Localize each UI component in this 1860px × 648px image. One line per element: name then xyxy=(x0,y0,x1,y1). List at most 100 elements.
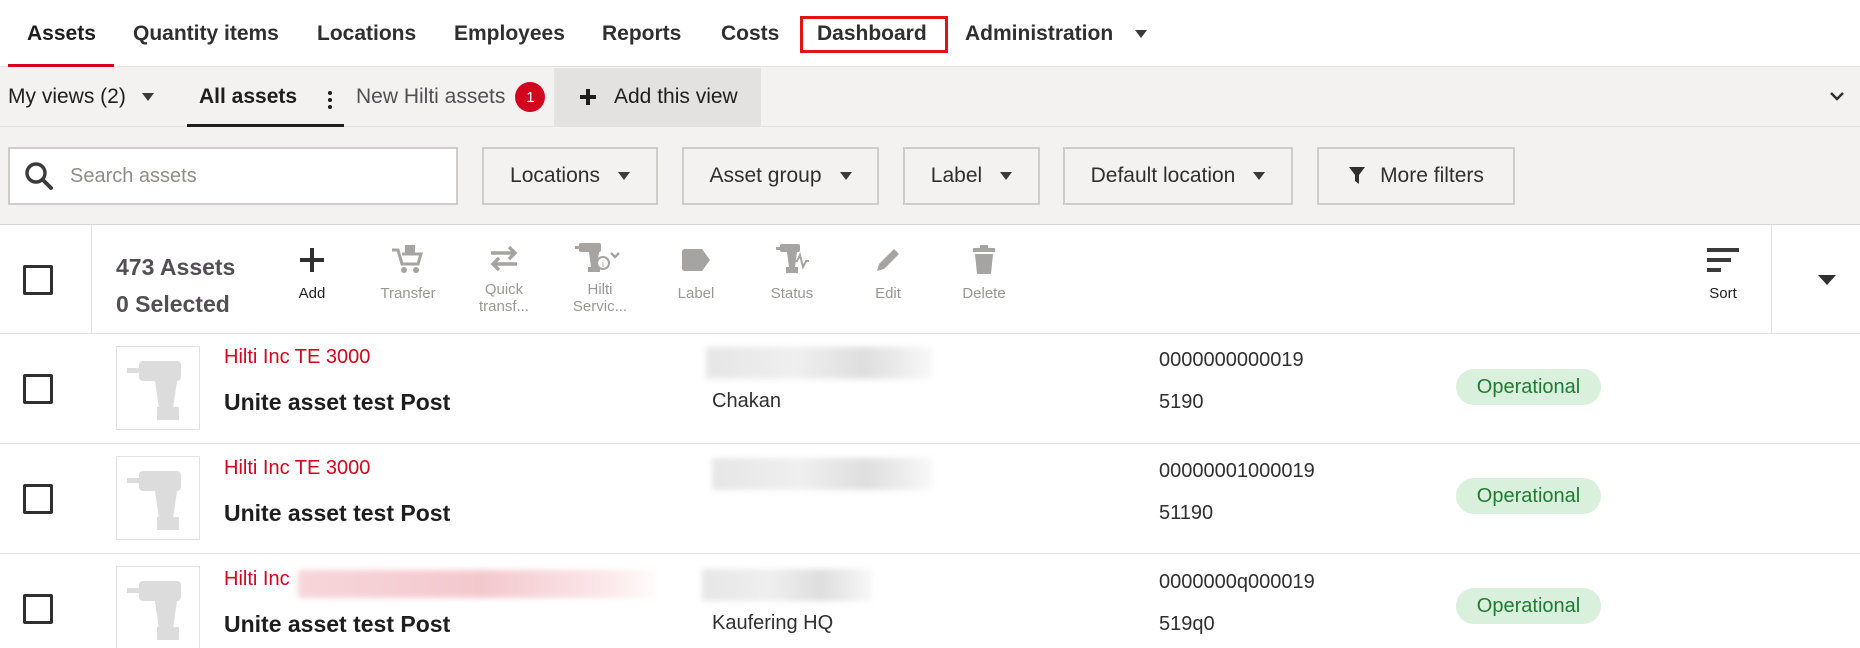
more-filters-button[interactable]: More filters xyxy=(1317,147,1515,205)
asset-thumbnail xyxy=(116,456,200,540)
search-box xyxy=(8,147,458,205)
selection-summary: 473 Assets 0 Selected xyxy=(116,249,235,323)
view-tab-new-hilti-assets[interactable]: New Hilti assets 1 xyxy=(356,67,546,127)
trash-icon xyxy=(973,245,995,274)
tab-locations[interactable]: Locations xyxy=(317,0,416,67)
default-location-filter-label: Default location xyxy=(1090,164,1236,187)
asset-inventory-number: 519q0 xyxy=(1159,613,1215,635)
edit-label: Edit xyxy=(875,285,901,302)
label-button[interactable]: Label xyxy=(656,241,736,302)
sort-label: Sort xyxy=(1709,285,1737,302)
transfer-button[interactable]: Transfer xyxy=(368,241,448,302)
caret-down-icon[interactable] xyxy=(1817,274,1837,286)
label-filter[interactable]: Label xyxy=(903,147,1040,205)
redacted-field xyxy=(712,458,932,490)
row-checkbox[interactable] xyxy=(23,594,53,624)
status-badge: Operational xyxy=(1456,588,1601,624)
hilti-service-label-line2: Servic... xyxy=(572,298,628,315)
asset-name[interactable]: Unite asset test Post xyxy=(224,389,450,416)
search-icon xyxy=(25,162,53,190)
search-input[interactable] xyxy=(70,164,430,188)
tab-administration-label: Administration xyxy=(965,21,1114,45)
transfer-icon xyxy=(490,245,518,272)
asset-name[interactable]: Unite asset test Post xyxy=(224,611,450,638)
tab-administration[interactable]: Administration xyxy=(965,0,1148,67)
asset-brand[interactable]: Hilti Inc TE 3000 xyxy=(224,457,370,480)
selected-count: 0 Selected xyxy=(116,291,230,317)
my-views-label: My views (2) xyxy=(8,85,126,108)
delete-button[interactable]: Delete xyxy=(944,241,1024,302)
tab-costs[interactable]: Costs xyxy=(721,0,779,67)
quick-transfer-label-line2: transf... xyxy=(478,298,530,315)
drill-service-icon: i xyxy=(575,243,620,272)
row-checkbox[interactable] xyxy=(23,374,53,404)
caret-down-icon xyxy=(1253,172,1266,180)
view-tab-all-assets[interactable]: All assets xyxy=(187,67,344,127)
table-row[interactable]: Hilti Inc TE 3000 Unite asset test Post … xyxy=(0,334,1860,444)
view-tab-all-assets-label: All assets xyxy=(199,85,298,108)
asset-serial-number: 0000000q000019 xyxy=(1159,571,1315,593)
quick-transfer-button[interactable]: Quick transf... xyxy=(464,239,544,315)
delete-label: Delete xyxy=(962,285,1006,302)
tab-reports[interactable]: Reports xyxy=(602,0,681,67)
tab-employees[interactable]: Employees xyxy=(454,0,565,67)
locations-filter[interactable]: Locations xyxy=(482,147,658,205)
asset-location: Chakan xyxy=(712,390,781,412)
sort-icon xyxy=(1707,248,1739,272)
hilti-service-button[interactable]: i Hilti Servic... xyxy=(560,239,640,315)
table-row[interactable]: Hilti Inc Unite asset test Post Kauferin… xyxy=(0,554,1860,648)
notification-badge: 1 xyxy=(515,82,546,112)
asset-group-filter[interactable]: Asset group xyxy=(682,147,879,205)
asset-serial-number: 00000001000019 xyxy=(1159,460,1315,482)
tab-assets[interactable]: Assets xyxy=(27,0,96,67)
add-this-view-button[interactable]: Add this view xyxy=(554,68,761,126)
asset-brand[interactable]: Hilti Inc TE 3000 xyxy=(224,346,370,369)
add-button[interactable]: Add xyxy=(272,241,352,302)
status-badge: Operational xyxy=(1456,369,1601,405)
caret-down-icon xyxy=(617,172,630,180)
add-this-view-label: Add this view xyxy=(614,85,738,108)
drill-thumbnail-icon xyxy=(127,471,181,530)
caret-down-icon xyxy=(839,172,852,180)
default-location-filter[interactable]: Default location xyxy=(1063,147,1293,205)
locations-filter-label: Locations xyxy=(510,164,600,187)
svg-text:i: i xyxy=(602,259,604,269)
toolbar-divider xyxy=(1771,225,1772,334)
asset-name[interactable]: Unite asset test Post xyxy=(224,500,450,527)
label-tag-icon xyxy=(682,249,710,271)
table-row[interactable]: Hilti Inc TE 3000 Unite asset test Post … xyxy=(0,444,1860,554)
dashboard-highlight-box xyxy=(800,16,948,53)
filter-icon xyxy=(1349,167,1366,184)
asset-count: 473 Assets xyxy=(116,254,236,280)
drill-thumbnail-icon xyxy=(127,361,181,420)
asset-serial-number: 0000000000019 xyxy=(1159,349,1304,371)
caret-down-icon xyxy=(141,93,154,101)
pencil-icon xyxy=(877,249,899,271)
bulk-action-toolbar: 473 Assets 0 Selected Add Transfer Quick… xyxy=(0,225,1860,334)
redacted-field xyxy=(706,347,932,379)
sort-button[interactable]: Sort xyxy=(1683,241,1763,302)
asset-inventory-number: 51190 xyxy=(1159,502,1214,524)
edit-button[interactable]: Edit xyxy=(848,241,928,302)
status-icon xyxy=(776,244,809,273)
row-checkbox[interactable] xyxy=(23,484,53,514)
plus-icon xyxy=(300,248,324,272)
caret-down-icon xyxy=(1000,172,1013,180)
asset-thumbnail xyxy=(116,566,200,648)
more-filters-label: More filters xyxy=(1380,164,1484,187)
chevron-down-icon[interactable] xyxy=(1830,89,1844,103)
views-bar: My views (2) All assets New Hilti assets… xyxy=(0,67,1860,127)
transfer-label: Transfer xyxy=(380,285,436,302)
kebab-icon[interactable] xyxy=(328,91,332,109)
filter-bar: Locations Asset group Label Default loca… xyxy=(0,127,1860,225)
my-views-dropdown[interactable]: My views (2) xyxy=(8,67,154,127)
redacted-field xyxy=(298,570,663,598)
tab-quantity-items[interactable]: Quantity items xyxy=(133,0,279,67)
view-tab-new-hilti-label: New Hilti assets xyxy=(356,85,506,108)
status-button[interactable]: Status xyxy=(752,241,832,302)
label-filter-label: Label xyxy=(930,164,983,187)
top-navigation: Assets Quantity items Locations Employee… xyxy=(0,0,1860,67)
plus-icon xyxy=(580,89,596,105)
asset-brand[interactable]: Hilti Inc xyxy=(224,568,290,591)
status-label: Status xyxy=(770,285,814,302)
